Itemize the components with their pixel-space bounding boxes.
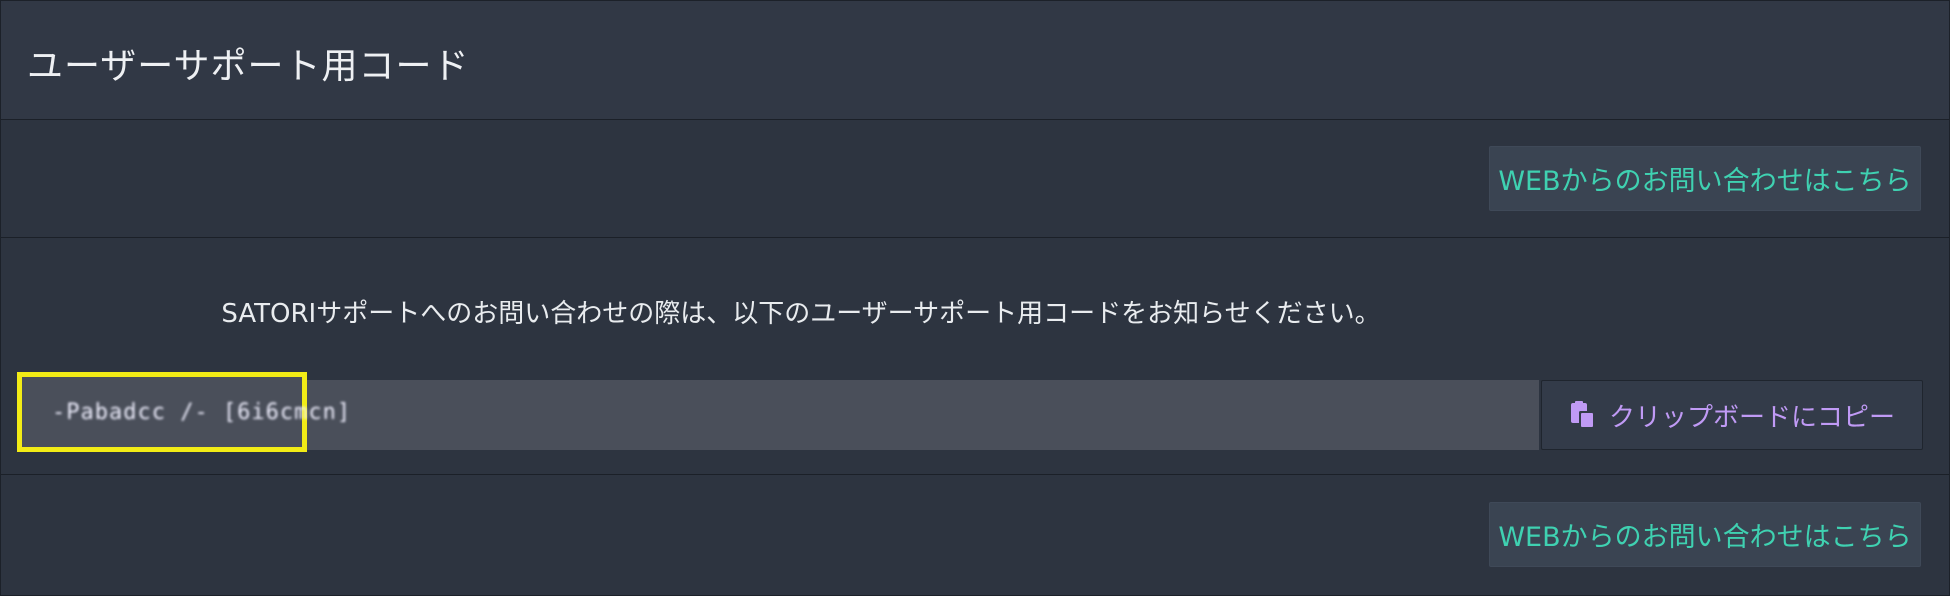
support-code-panel: ユーザーサポート用コード WEBからのお問い合わせはこちら SATORIサポート… <box>0 0 1950 596</box>
top-link-section: WEBからのお問い合わせはこちら <box>1 120 1949 238</box>
page-title: ユーザーサポート用コード <box>27 46 470 87</box>
copy-to-clipboard-button[interactable]: クリップボードにコピー <box>1541 380 1923 450</box>
copy-button-label: クリップボードにコピー <box>1608 402 1895 433</box>
bottom-link-section: WEBからのお問い合わせはこちら <box>1 475 1949 595</box>
support-code-row: -Pabadcc /- [6i6cmcn] クリップボードにコピー <box>17 372 1923 452</box>
web-inquiry-button-bottom[interactable]: WEBからのお問い合わせはこちら <box>1489 502 1921 567</box>
clipboard-copy-icon <box>1569 401 1595 429</box>
support-code-value[interactable]: -Pabadcc /- [6i6cmcn] <box>52 400 351 425</box>
support-code-section: SATORIサポートへのお問い合わせの際は、以下のユーザーサポート用コードをお知… <box>1 238 1949 475</box>
panel-header: ユーザーサポート用コード <box>1 1 1949 120</box>
support-code-highlight: -Pabadcc /- [6i6cmcn] <box>17 372 350 452</box>
web-inquiry-button-top[interactable]: WEBからのお問い合わせはこちら <box>1489 146 1921 211</box>
support-code-notice: SATORIサポートへのお問い合わせの際は、以下のユーザーサポート用コードをお知… <box>221 299 1381 329</box>
